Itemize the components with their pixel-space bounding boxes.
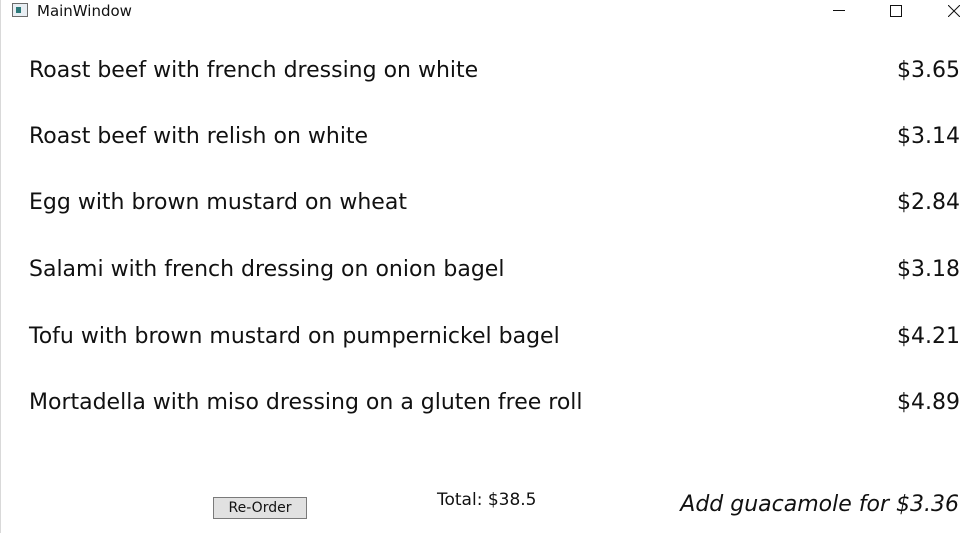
window-title: MainWindow: [37, 2, 132, 20]
menu-item-price: $3.65: [897, 58, 960, 83]
maximize-button[interactable]: [873, 0, 919, 22]
menu-item[interactable]: Mortadella with miso dressing on a glute…: [1, 373, 979, 433]
menu-item-name: Roast beef with french dressing on white: [29, 58, 479, 83]
main-window: MainWindow Roast beef with french dressi…: [0, 0, 979, 533]
menu-item[interactable]: Roast beef with french dressing on white…: [1, 40, 979, 100]
close-button[interactable]: [931, 0, 977, 22]
menu-item-price: $4.89: [897, 390, 960, 415]
maximize-icon: [890, 5, 902, 17]
menu-item-price: $3.14: [897, 124, 960, 149]
menu-item[interactable]: Tofu with brown mustard on pumpernickel …: [1, 307, 979, 367]
menu-item-name: Egg with brown mustard on wheat: [29, 190, 407, 215]
menu-item-name: Salami with french dressing on onion bag…: [29, 257, 505, 282]
minimize-icon: [833, 10, 845, 11]
close-icon: [948, 5, 960, 17]
menu-item-name: Mortadella with miso dressing on a glute…: [29, 390, 583, 415]
menu-item-price: $4.21: [897, 324, 960, 349]
menu-item-name: Roast beef with relish on white: [29, 124, 369, 149]
guacamole-upsell: Add guacamole for $3.36: [680, 492, 959, 517]
title-bar[interactable]: MainWindow: [1, 0, 979, 22]
app-window-icon: [12, 3, 28, 17]
menu-item[interactable]: Egg with brown mustard on wheat $2.84: [1, 173, 979, 233]
reorder-button[interactable]: Re-Order: [213, 497, 307, 519]
menu-item-price: $2.84: [897, 190, 960, 215]
menu-item[interactable]: Roast beef with relish on white $3.14: [1, 107, 979, 167]
order-total: Total: $38.5: [437, 490, 537, 510]
menu-item[interactable]: Salami with french dressing on onion bag…: [1, 240, 979, 300]
menu-item-name: Tofu with brown mustard on pumpernickel …: [29, 324, 560, 349]
minimize-button[interactable]: [816, 0, 862, 22]
menu-item-price: $3.18: [897, 257, 960, 282]
